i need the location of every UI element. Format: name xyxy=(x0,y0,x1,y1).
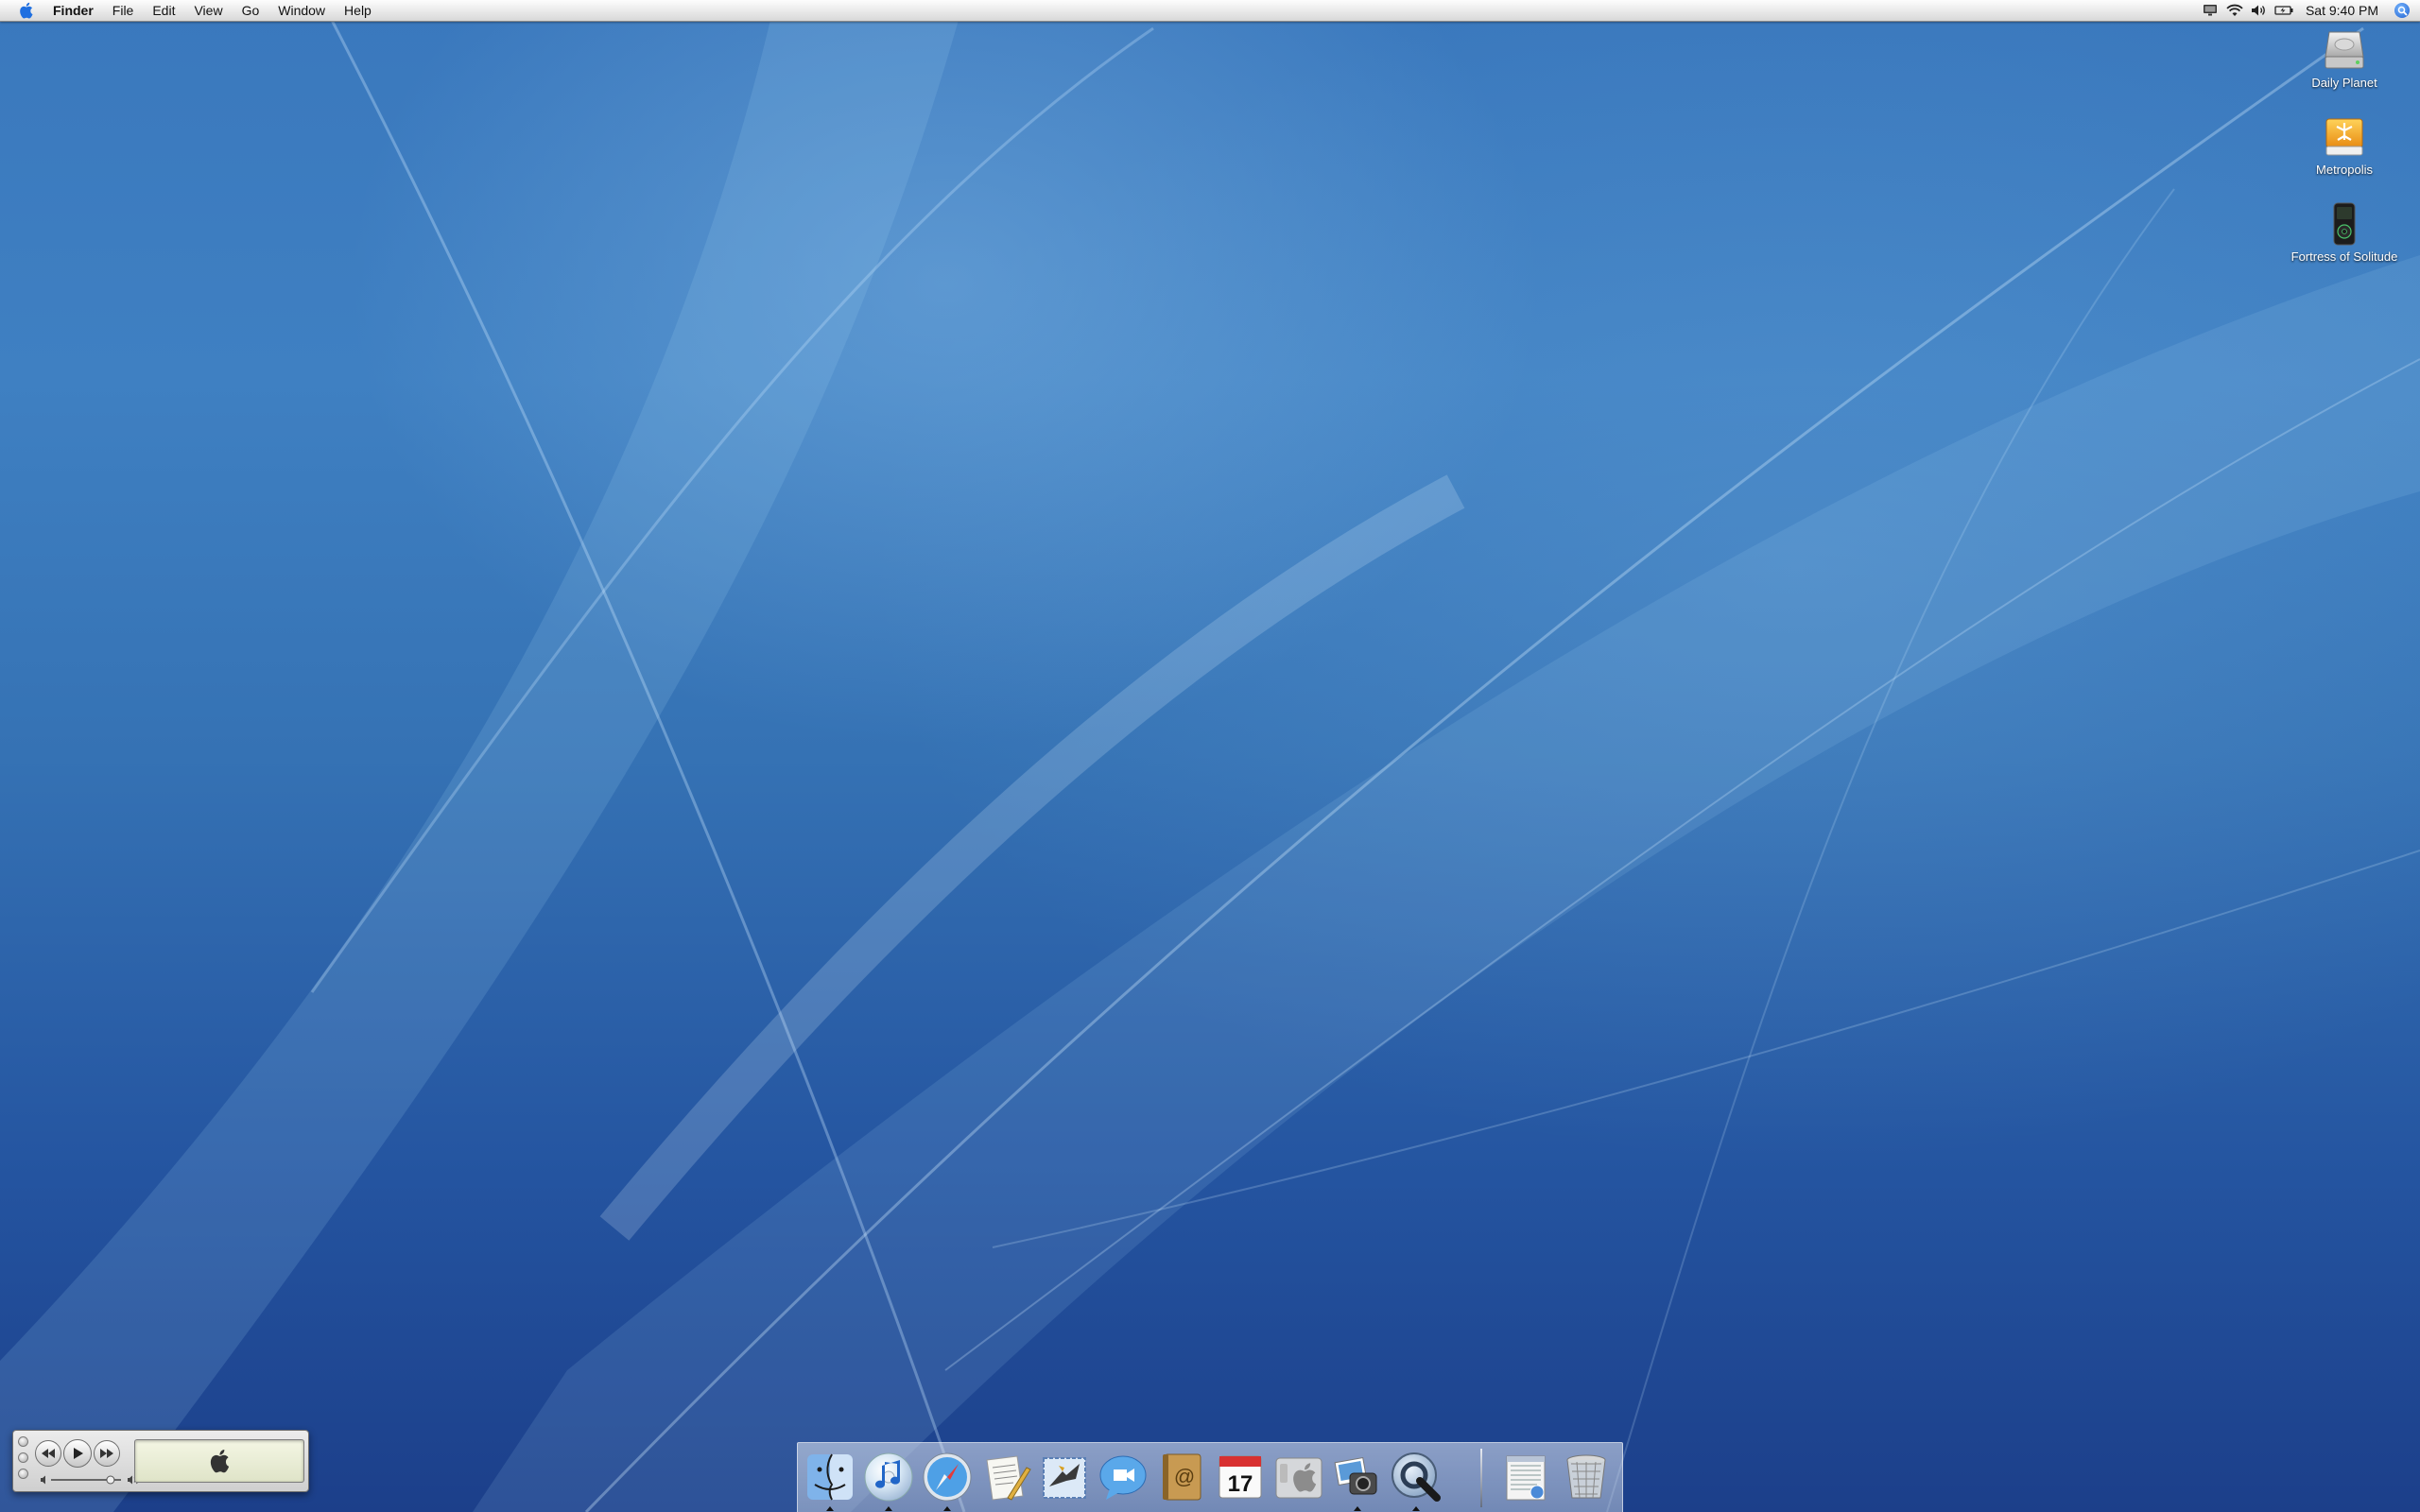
address-book-icon: @ xyxy=(1163,1453,1201,1501)
svg-text:@: @ xyxy=(1174,1465,1195,1488)
battery-icon[interactable] xyxy=(2272,0,2296,21)
spotlight-icon[interactable] xyxy=(2392,0,2412,21)
documents-stack-icon xyxy=(1506,1455,1546,1501)
menu-go[interactable]: Go xyxy=(233,0,269,21)
firewire-drive-icon xyxy=(2325,118,2363,156)
dock-item-documents[interactable] xyxy=(1497,1447,1554,1507)
menubar-status-area: Sat 9:40 PM xyxy=(2198,0,2420,21)
ical-date: 17 xyxy=(1228,1471,1253,1497)
dock-item-system-preferences[interactable] xyxy=(1270,1447,1327,1507)
wifi-icon[interactable] xyxy=(2222,0,2247,21)
desktop-icon-label: Fortress of Solitude xyxy=(2290,249,2398,264)
display-icon[interactable] xyxy=(2198,0,2222,21)
menu-window[interactable]: Window xyxy=(268,0,335,21)
next-icon xyxy=(100,1449,113,1458)
volume-high-icon xyxy=(128,1475,132,1485)
dock-separator xyxy=(1480,1449,1482,1507)
dock-item-safari[interactable] xyxy=(919,1447,976,1511)
safari-icon xyxy=(923,1452,972,1502)
menu-edit[interactable]: Edit xyxy=(143,0,184,21)
volume-slider[interactable] xyxy=(40,1473,144,1485)
dock-item-itunes[interactable] xyxy=(860,1447,917,1511)
dock-item-ical[interactable]: 17 xyxy=(1212,1447,1269,1507)
dock-item-finder[interactable] xyxy=(802,1447,858,1511)
desktop-icon-label: Metropolis xyxy=(2316,163,2373,177)
itunes-icon xyxy=(864,1452,913,1502)
ical-icon: 17 xyxy=(1219,1455,1262,1499)
dock-item-address-book[interactable]: @ xyxy=(1153,1447,1210,1507)
volume-icon[interactable] xyxy=(2247,0,2272,21)
menu-view[interactable]: View xyxy=(184,0,232,21)
ipod-icon xyxy=(2333,202,2356,246)
system-preferences-icon xyxy=(1275,1457,1322,1499)
dock-item-trash[interactable] xyxy=(1558,1447,1615,1507)
running-indicator xyxy=(943,1506,951,1511)
apple-icon[interactable] xyxy=(15,0,36,21)
dock-item-textedit[interactable] xyxy=(977,1447,1034,1507)
iphoto-icon xyxy=(1334,1456,1377,1495)
dock-item-iphoto[interactable] xyxy=(1329,1447,1386,1511)
previous-button[interactable] xyxy=(35,1440,61,1467)
hard-drive-icon xyxy=(2325,31,2364,69)
mini-player-display xyxy=(134,1439,304,1483)
ichat-icon xyxy=(1099,1455,1147,1500)
volume-low-icon xyxy=(41,1475,45,1485)
wallpaper-swooshes xyxy=(0,0,2420,1512)
play-icon xyxy=(74,1448,83,1459)
dock-item-mail[interactable] xyxy=(1036,1447,1093,1507)
running-indicator xyxy=(1354,1506,1361,1511)
itunes-mini-player[interactable] xyxy=(12,1430,309,1492)
close-button[interactable] xyxy=(18,1436,28,1447)
running-indicator xyxy=(826,1506,834,1511)
menu-file[interactable]: File xyxy=(103,0,144,21)
previous-icon xyxy=(42,1449,55,1458)
zoom-button[interactable] xyxy=(18,1469,28,1479)
dock-item-ichat[interactable] xyxy=(1095,1447,1151,1507)
dock: @ 17 xyxy=(797,1442,1623,1512)
desktop-icon-daily-planet[interactable]: Daily Planet xyxy=(2278,28,2411,90)
quicktime-icon xyxy=(1392,1452,1441,1502)
volume-knob xyxy=(106,1475,115,1485)
finder-icon xyxy=(807,1453,853,1501)
desktop-icon-label: Daily Planet xyxy=(2311,76,2377,90)
desktop-background xyxy=(0,0,2420,1512)
menu-help[interactable]: Help xyxy=(335,0,381,21)
menu-bar: Finder File Edit View Go Window Help Sat… xyxy=(0,0,2420,22)
textedit-icon xyxy=(986,1455,1031,1501)
apple-icon xyxy=(210,1450,230,1473)
desktop-icon-metropolis[interactable]: Metropolis xyxy=(2278,115,2411,177)
running-indicator xyxy=(885,1506,892,1511)
dock-item-quicktime[interactable] xyxy=(1388,1447,1444,1511)
mail-icon xyxy=(1043,1457,1086,1499)
next-button[interactable] xyxy=(94,1440,120,1467)
minimize-button[interactable] xyxy=(18,1452,28,1463)
play-button[interactable] xyxy=(63,1439,92,1468)
running-indicator xyxy=(1412,1506,1420,1511)
menubar-clock[interactable]: Sat 9:40 PM xyxy=(2296,0,2392,21)
desktop-icon-fortress-of-solitude[interactable]: Fortress of Solitude xyxy=(2278,202,2411,264)
menu-finder[interactable]: Finder xyxy=(49,0,103,21)
trash-icon xyxy=(1566,1454,1606,1499)
mini-player-window-controls xyxy=(18,1436,29,1485)
